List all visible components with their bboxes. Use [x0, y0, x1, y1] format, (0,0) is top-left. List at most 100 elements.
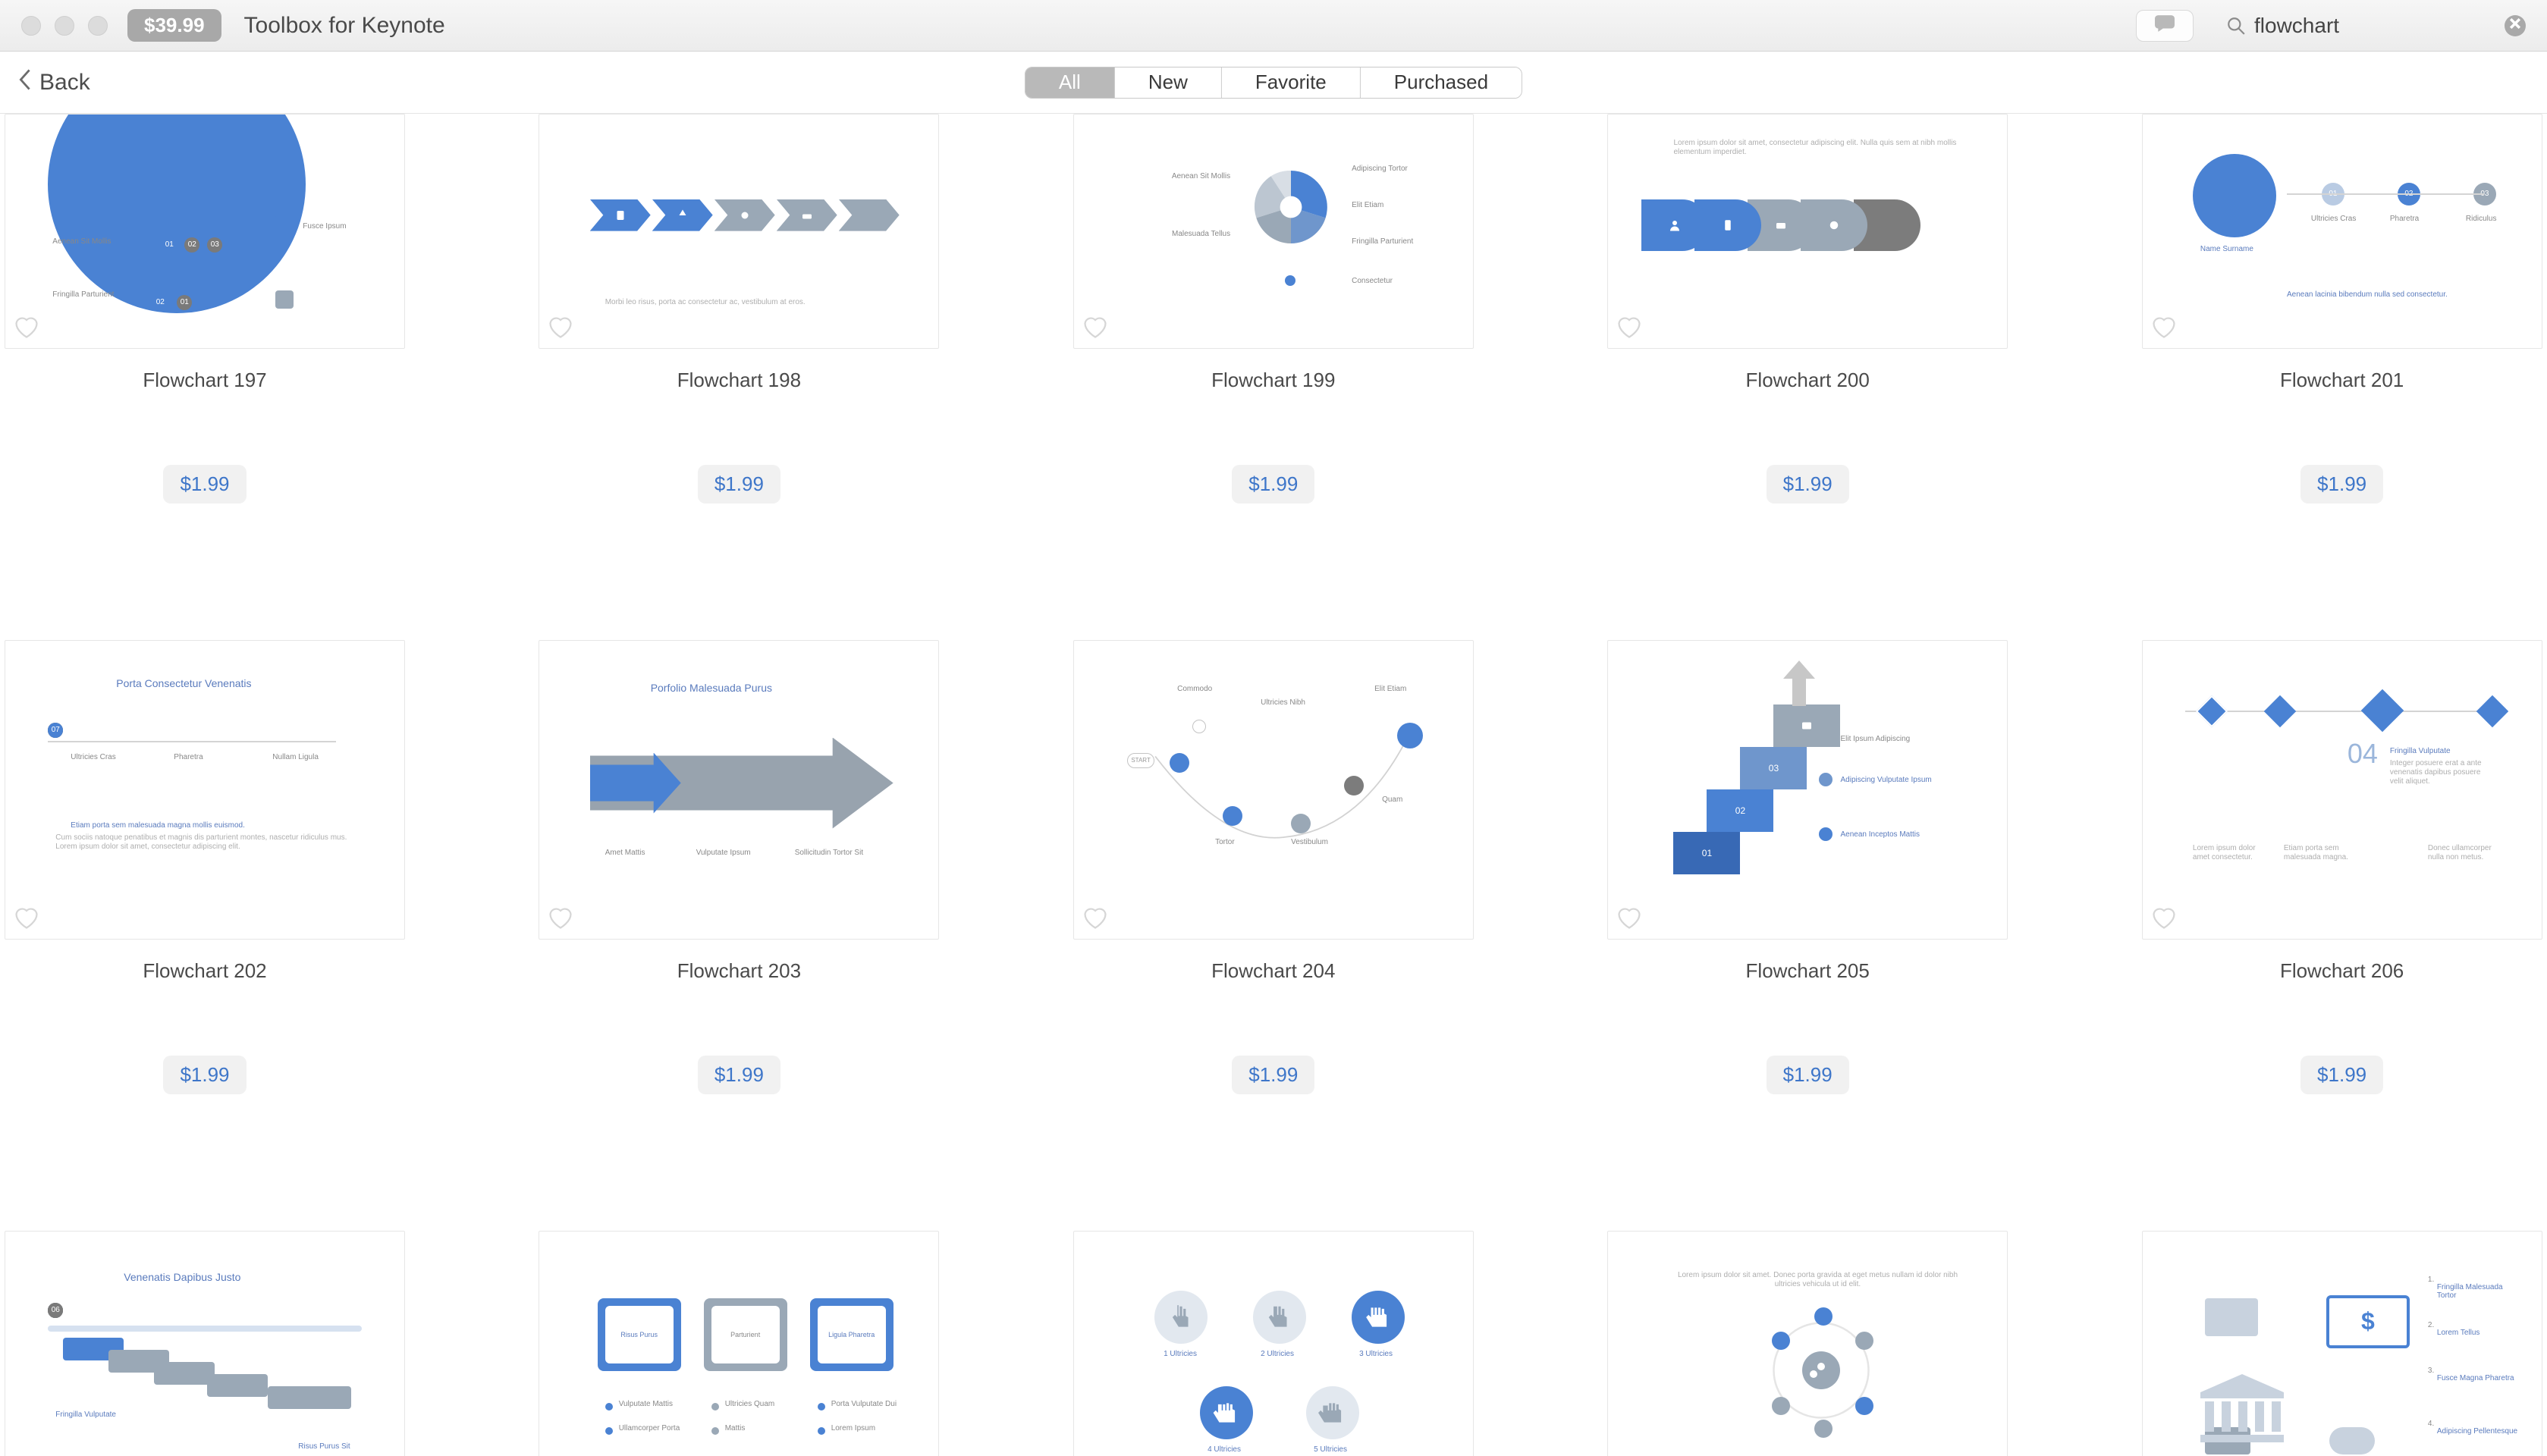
template-thumbnail[interactable]: Morbi leo risus, porta ac consectetur ac… — [539, 114, 939, 349]
toolbar: Back All New Favorite Purchased — [0, 52, 2547, 114]
template-grid-scroll[interactable]: Aenean Sit Mollis Fringilla Parturient F… — [0, 114, 2547, 1456]
thumb-label: Porta Vulputate Dui — [831, 1400, 897, 1408]
buy-button[interactable]: $1.99 — [1232, 465, 1314, 504]
bundle-price-pill[interactable]: $39.99 — [127, 9, 221, 42]
template-thumbnail[interactable]: Aenean Sit Mollis Fringilla Parturient F… — [5, 114, 405, 349]
thumb-label: Pharetra — [2390, 215, 2419, 223]
template-card: Risus Purus Parturient Ligula Pharetra V… — [539, 1231, 939, 1456]
thumb-label: Vulputate Mattis — [619, 1400, 673, 1408]
thumb-label: Fringilla Vulputate — [55, 1410, 116, 1419]
thumb-label: Commodo — [1177, 685, 1212, 693]
tab-new[interactable]: New — [1115, 67, 1222, 98]
favorite-button[interactable] — [1616, 904, 1643, 931]
buy-button[interactable]: $1.99 — [698, 465, 780, 504]
buy-button[interactable]: $1.99 — [1767, 465, 1849, 504]
thumb-label: Vulputate Ipsum — [696, 849, 751, 857]
thumb-label: Morbi leo risus, porta ac consectetur ac… — [605, 298, 893, 307]
favorite-button[interactable] — [1082, 313, 1109, 340]
buy-button[interactable]: $1.99 — [2300, 465, 2383, 504]
buy-button[interactable]: $1.99 — [698, 1056, 780, 1094]
template-thumbnail[interactable]: 01 02 03 Elit Ipsum Adipiscing Adipiscin… — [1607, 640, 2008, 940]
template-card: Porfolio Malesuada Purus Amet Mattis Vul… — [539, 640, 939, 1094]
buy-button[interactable]: $1.99 — [2300, 1056, 2383, 1094]
tab-all[interactable]: All — [1025, 67, 1115, 98]
template-card: 1 Ultricies 2 Ultricies 3 Ultricies 4 Ul… — [1073, 1231, 1474, 1456]
thumb-label: Fringilla Malesuada Tortor — [2437, 1283, 2521, 1300]
template-title: Flowchart 197 — [5, 369, 405, 392]
buy-button[interactable]: $1.99 — [1232, 1056, 1314, 1094]
thumb-label: Pharetra — [174, 753, 203, 761]
template-card: Aenean Sit Mollis Fringilla Parturient F… — [5, 114, 405, 504]
template-card: Commodo Ultricies Nibh Elit Etiam Quam T… — [1073, 640, 1474, 1094]
buy-button[interactable]: $1.99 — [163, 1056, 246, 1094]
template-thumbnail[interactable]: Lorem ipsum dolor sit amet, consectetur … — [1607, 114, 2008, 349]
thumb-label: Risus Purus Sit — [298, 1442, 350, 1451]
template-thumbnail[interactable]: Porta Consectetur Venenatis 04050607 Ult… — [5, 640, 405, 940]
template-thumbnail[interactable]: 01 02 03 Name Surname Ultricies Cras Pha… — [2142, 114, 2542, 349]
template-title: Flowchart 199 — [1073, 369, 1474, 392]
thumb-label: Adipiscing Vulputate Ipsum — [1840, 776, 1931, 784]
zoom-window-button[interactable] — [88, 16, 108, 36]
search-input[interactable] — [2254, 14, 2391, 38]
thumb-label: Fusce Ipsum — [303, 222, 346, 231]
feedback-button[interactable] — [2136, 10, 2194, 42]
favorite-button[interactable] — [13, 904, 40, 931]
template-thumbnail[interactable]: Commodo Ultricies Nibh Elit Etiam Quam T… — [1073, 640, 1474, 940]
template-thumbnail[interactable]: 1 Ultricies 2 Ultricies 3 Ultricies 4 Ul… — [1073, 1231, 1474, 1456]
template-thumbnail[interactable]: Risus Purus Parturient Ligula Pharetra V… — [539, 1231, 939, 1456]
template-thumbnail[interactable]: Lorem ipsum dolor sit amet. Donec porta … — [1607, 1231, 2008, 1456]
search-wrap — [2225, 14, 2526, 38]
thumb-label: Elit Ipsum Adipiscing — [1840, 735, 1910, 743]
thumb-label: Adipiscing Pellentesque — [2437, 1427, 2517, 1436]
thumb-label: Ultricies Nibh — [1261, 698, 1305, 707]
favorite-button[interactable] — [1616, 313, 1643, 340]
template-card: 01 02 03 Name Surname Ultricies Cras Pha… — [2142, 114, 2542, 504]
template-thumbnail[interactable]: Aenean Sit Mollis Malesuada Tellus Adipi… — [1073, 114, 1474, 349]
thumb-label: Aenean lacinia bibendum nulla sed consec… — [2253, 290, 2481, 300]
thumb-label: Ultricies Quam — [725, 1400, 775, 1408]
app-title: Toolbox for Keynote — [244, 13, 445, 39]
thumb-label: Etiam porta sem malesuada magna mollis e… — [71, 821, 344, 830]
template-card: Aenean Sit Mollis Malesuada Tellus Adipi… — [1073, 114, 1474, 504]
thumb-label: Aenean Sit Mollis — [52, 237, 111, 246]
template-card: Lorem ipsum dolor sit amet. Donec porta … — [1607, 1231, 2008, 1456]
favorite-button[interactable] — [13, 313, 40, 340]
tab-favorite[interactable]: Favorite — [1222, 67, 1361, 98]
thumb-label: Lorem Ipsum — [831, 1424, 875, 1432]
thumb-label: 1 Ultricies — [1164, 1350, 1197, 1358]
search-icon — [2225, 15, 2247, 36]
template-title: Flowchart 201 — [2142, 369, 2542, 392]
template-thumbnail[interactable]: Porfolio Malesuada Purus Amet Mattis Vul… — [539, 640, 939, 940]
thumb-label: 5 Ultricies — [1314, 1445, 1347, 1454]
template-thumbnail[interactable]: $ 1. Fringilla Malesuada Tortor 2. Lorem… — [2142, 1231, 2542, 1456]
minimize-window-button[interactable] — [55, 16, 74, 36]
template-card: Porta Consectetur Venenatis 04050607 Ult… — [5, 640, 405, 1094]
thumb-label: Amet Mattis — [605, 849, 645, 857]
thumb-label: Ullamcorper Porta — [619, 1424, 680, 1432]
back-button[interactable]: Back — [17, 69, 90, 96]
template-title: Flowchart 202 — [5, 959, 405, 983]
template-title: Flowchart 206 — [2142, 959, 2542, 983]
thumb-label: Ligula Pharetra — [828, 1331, 875, 1338]
thumb-label: Lorem Tellus — [2437, 1329, 2480, 1337]
thumb-label: Ultricies Cras — [71, 753, 115, 761]
clear-search-button[interactable] — [2505, 15, 2526, 36]
thumb-label: 04 — [2348, 738, 2378, 770]
buy-button[interactable]: $1.99 — [1767, 1056, 1849, 1094]
favorite-button[interactable] — [547, 904, 574, 931]
favorite-button[interactable] — [2150, 904, 2178, 931]
template-thumbnail[interactable]: 04 Fringilla Vulputate Integer posuere e… — [2142, 640, 2542, 940]
template-thumbnail[interactable]: Venenatis Dapibus Justo 010203040506 Fri… — [5, 1231, 405, 1456]
template-card: Lorem ipsum dolor sit amet, consectetur … — [1607, 114, 2008, 504]
favorite-button[interactable] — [2150, 313, 2178, 340]
template-card: Morbi leo risus, porta ac consectetur ac… — [539, 114, 939, 504]
favorite-button[interactable] — [1082, 904, 1109, 931]
thumb-label: Adipiscing Tortor — [1352, 165, 1408, 173]
tab-purchased[interactable]: Purchased — [1361, 67, 1522, 98]
favorite-button[interactable] — [547, 313, 574, 340]
close-window-button[interactable] — [21, 16, 41, 36]
thumb-label: Fringilla Parturient — [52, 290, 114, 299]
buy-button[interactable]: $1.99 — [163, 465, 246, 504]
template-title: Flowchart 200 — [1607, 369, 2008, 392]
back-label: Back — [39, 70, 90, 96]
